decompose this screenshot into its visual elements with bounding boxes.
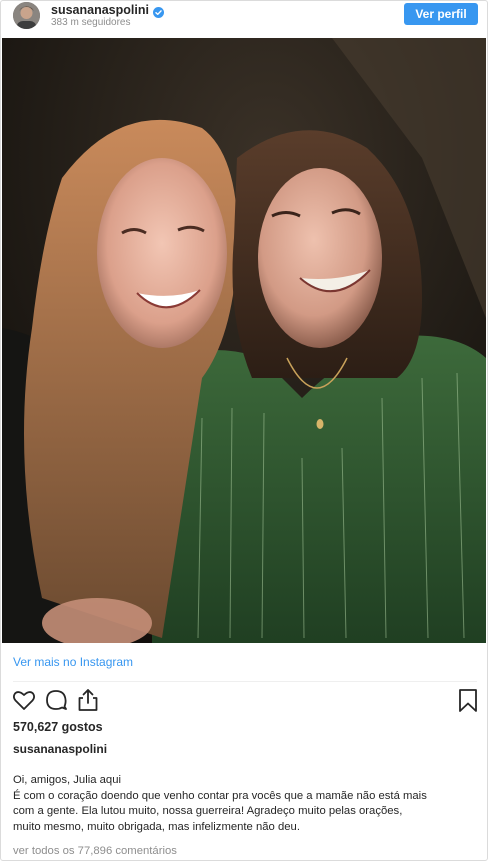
caption-line: Oi, amigos, Julia aqui (13, 774, 121, 786)
header-username[interactable]: susananaspolini (51, 3, 149, 17)
caption-line: com a gente. Ela lutou muito, nossa guer… (13, 805, 403, 817)
view-profile-button[interactable]: Ver perfil (404, 3, 478, 25)
follower-count: 383 m seguidores (51, 17, 131, 28)
post-caption: Oi, amigos, Julia aqui É com o coração d… (13, 773, 483, 835)
divider (13, 681, 477, 682)
post-photo[interactable] (2, 38, 486, 643)
bookmark-outline-icon[interactable] (455, 687, 481, 713)
view-more-on-instagram-link[interactable]: Ver mais no Instagram (13, 655, 133, 670)
caption-line: muito mesmo, muito obrigada, mas infeliz… (13, 820, 300, 833)
action-bar (1, 687, 487, 715)
verified-badge-icon (152, 5, 164, 18)
caption-username[interactable]: susananaspolini (13, 742, 107, 757)
avatar[interactable] (13, 2, 40, 29)
heart-outline-icon[interactable] (11, 687, 37, 713)
share-upload-icon[interactable] (75, 687, 101, 713)
comment-bubble-icon[interactable] (43, 687, 69, 713)
post-photo-image (2, 38, 486, 643)
view-all-comments-link[interactable]: ver todos os 77,896 comentários (13, 844, 177, 858)
post-header: susananaspolini 383 m seguidores Ver per… (1, 1, 487, 37)
like-count[interactable]: 570,627 gostos (13, 720, 103, 735)
caption-line: É com o coração doendo que venho contar … (13, 789, 427, 802)
instagram-embed-card: susananaspolini 383 m seguidores Ver per… (0, 0, 488, 861)
username-row: susananaspolini (51, 3, 164, 18)
avatar-image (13, 2, 40, 29)
